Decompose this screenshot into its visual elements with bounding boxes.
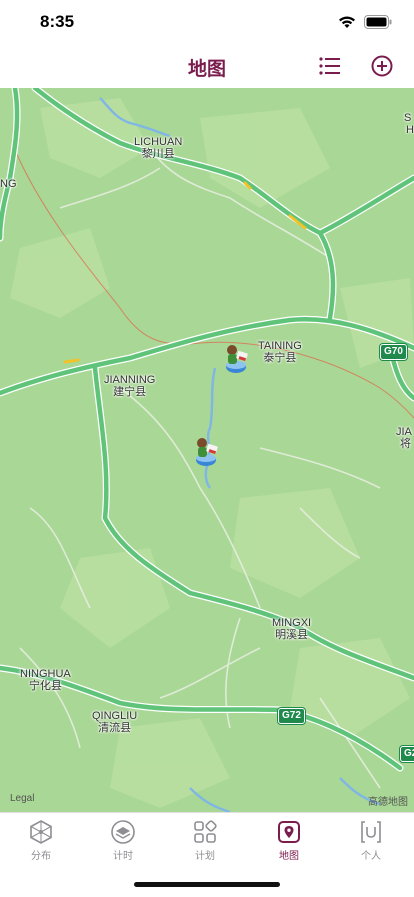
map-pin-icon <box>278 821 300 843</box>
tab-profile[interactable]: 个人 <box>330 819 412 869</box>
tab-timer[interactable]: 计时 <box>82 819 164 869</box>
edge-label: S <box>404 112 412 124</box>
user-profile-icon <box>361 821 381 843</box>
tab-label: 个人 <box>361 851 381 862</box>
nav-bar: 地图 <box>0 44 414 88</box>
wifi-icon <box>339 16 355 28</box>
city-label-ninghua: NINGHUA 宁化县 <box>20 668 71 692</box>
map-view[interactable]: LICHUAN 黎川县 TAINING 泰宁县 JIANNING 建宁县 MINGXI… <box>0 88 414 812</box>
edge-label: H <box>406 124 414 136</box>
city-label-qingliu: QINGLIU 清流县 <box>92 710 138 734</box>
hexagon-network-icon <box>30 820 52 844</box>
edge-label: NG <box>0 178 17 190</box>
camp-marker[interactable] <box>189 433 223 469</box>
tab-label: 计划 <box>195 851 215 862</box>
list-button[interactable] <box>316 52 344 80</box>
city-label-taining: TAINING 泰宁县 <box>258 340 302 364</box>
highway-shield-g70: G70 <box>380 344 407 360</box>
tab-distribution[interactable]: 分布 <box>0 819 82 869</box>
battery-icon <box>364 15 392 29</box>
tab-label: 地图 <box>279 851 299 862</box>
camp-marker[interactable] <box>219 340 253 376</box>
add-button[interactable] <box>368 52 396 80</box>
tab-plan[interactable]: 计划 <box>164 819 246 869</box>
home-indicator <box>134 882 280 887</box>
city-label-mingxi: MINGXI 明溪县 <box>272 617 312 641</box>
city-label-lichuan: LICHUAN 黎川县 <box>134 136 183 160</box>
camp-marker-icon <box>196 438 218 466</box>
legal-link[interactable]: Legal <box>10 793 34 804</box>
grid-plan-icon <box>194 820 217 843</box>
status-bar: 8:35 <box>0 0 414 44</box>
tab-label: 计时 <box>113 851 133 862</box>
status-icons <box>338 14 392 30</box>
page-title: 地图 <box>187 59 226 80</box>
tab-map[interactable]: 地图 <box>248 819 330 869</box>
camp-marker-icon <box>226 345 248 373</box>
list-icon <box>319 57 340 75</box>
timer-stack-icon <box>111 820 135 844</box>
tab-label: 分布 <box>31 851 51 862</box>
edge-label: 将 <box>400 438 411 450</box>
highway-shield-g2: G2 <box>400 746 414 762</box>
status-time: 8:35 <box>40 12 75 31</box>
edge-label: JIA <box>396 426 412 438</box>
add-circle-icon <box>371 55 393 77</box>
highway-shield-g72: G72 <box>278 708 305 724</box>
map-attribution: 高德地图 <box>368 797 408 808</box>
city-label-jianning: JIANNING 建宁县 <box>104 374 156 398</box>
